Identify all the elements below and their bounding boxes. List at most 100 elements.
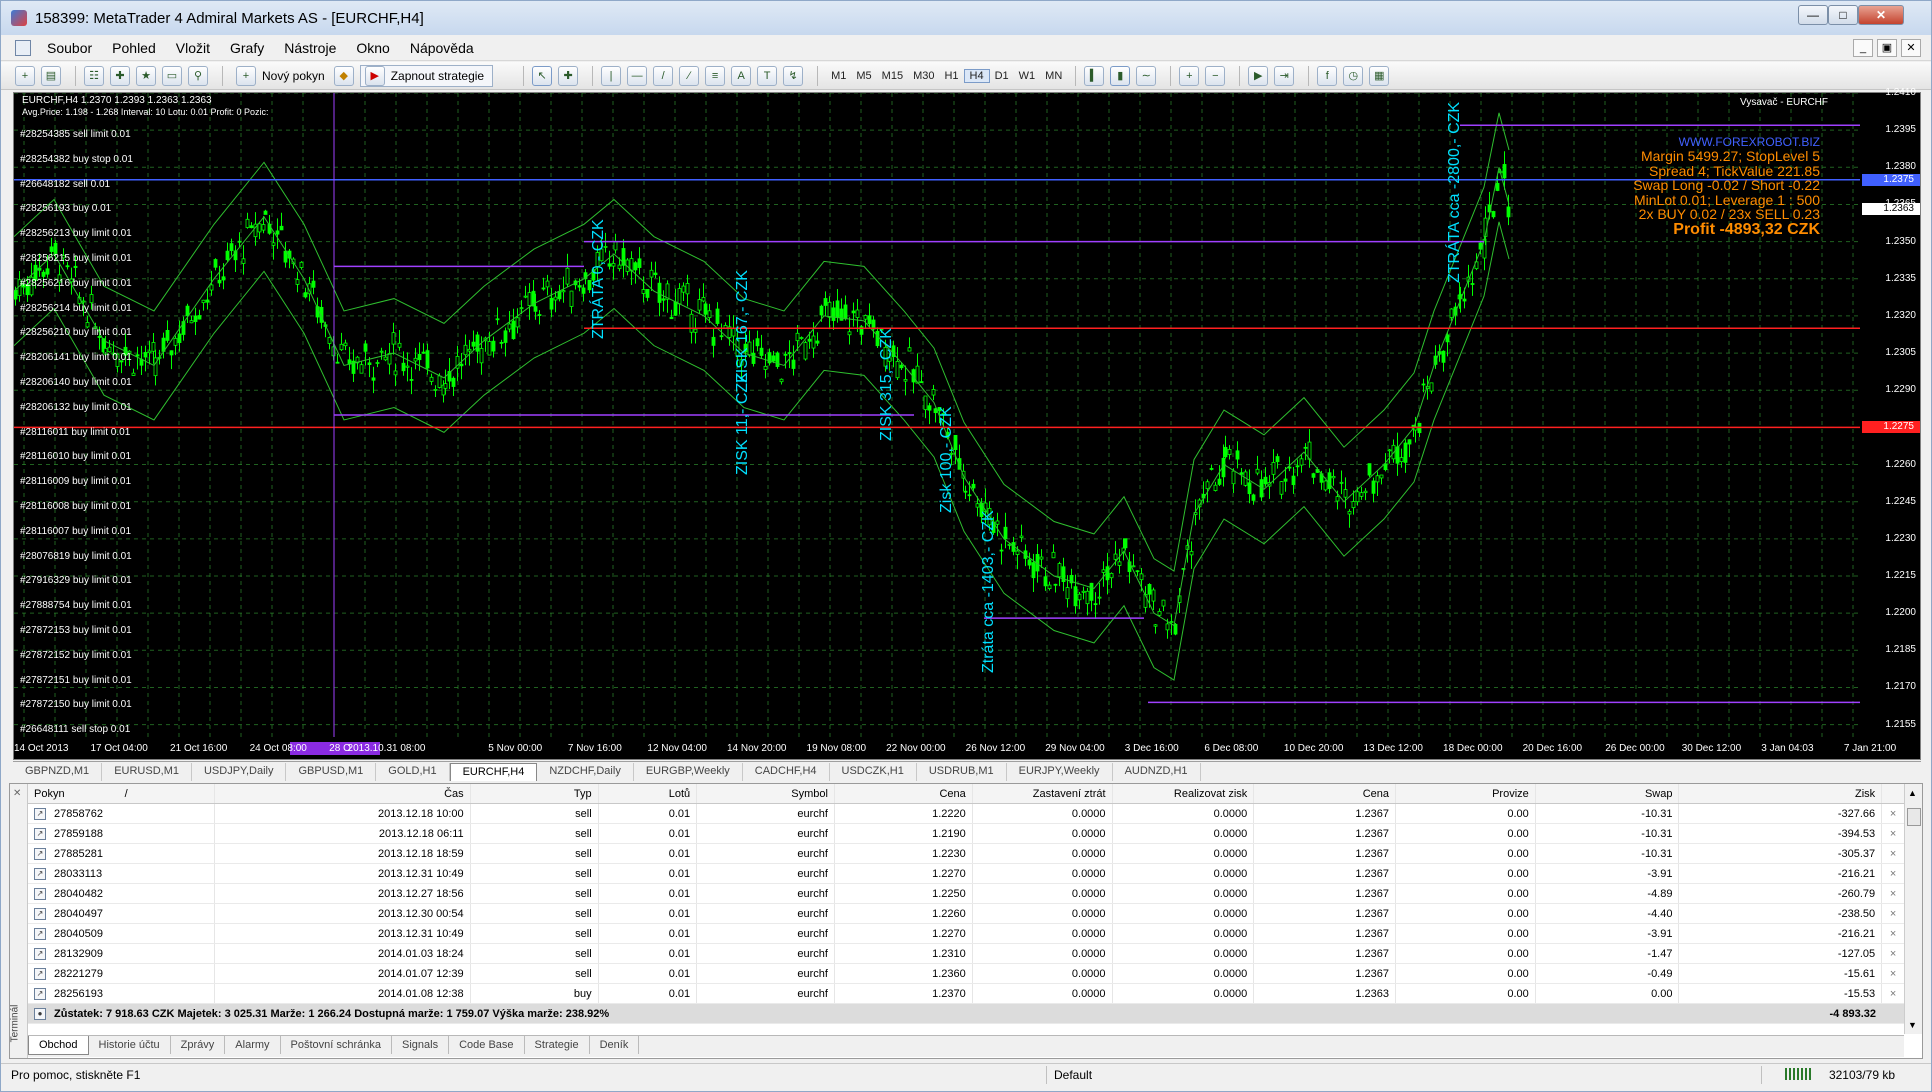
templates-icon[interactable]: ▦ — [1369, 65, 1390, 86]
chart-shift-icon[interactable]: ⇥ — [1274, 65, 1295, 86]
col-type-header[interactable]: Typ — [471, 784, 599, 803]
terminal-tab[interactable]: Zprávy — [171, 1036, 226, 1054]
market-watch-icon[interactable]: ☷ — [84, 65, 104, 86]
text-label-icon[interactable]: T — [757, 65, 778, 86]
chart-tab[interactable]: EURJPY,Weekly — [1007, 763, 1113, 781]
chart-tab[interactable]: GOLD,H1 — [376, 763, 450, 781]
terminal-tab[interactable]: Alarmy — [225, 1036, 281, 1054]
col-swap-header[interactable]: Swap — [1536, 784, 1680, 803]
chart-tab[interactable]: CADCHF,H4 — [743, 763, 830, 781]
price-chart[interactable]: EURCHF,H4 1.2370 1.2393 1.2363 1.2363 Av… — [13, 87, 1921, 760]
terminal-tab[interactable]: Poštovní schránka — [281, 1036, 393, 1054]
equidistant-channel-icon[interactable]: ∕ — [679, 65, 700, 86]
close-button[interactable]: ✕ — [1858, 5, 1904, 25]
terminal-scrollbar[interactable]: ▲ ▼ — [1904, 784, 1922, 1034]
period-m30[interactable]: M30 — [908, 70, 939, 82]
fibonacci-icon[interactable]: ≡ — [705, 65, 726, 86]
trendline-icon[interactable]: / — [653, 65, 674, 86]
chart-tab[interactable]: EURUSD,M1 — [102, 763, 192, 781]
time-axis[interactable]: 14 Oct 2013 17 Oct 04:00 21 Oct 16:00 24 Oc… — [14, 739, 1896, 759]
close-position-icon[interactable]: × — [1882, 964, 1904, 983]
terminal-tab[interactable]: Deník — [590, 1036, 640, 1054]
col-time-header[interactable]: Čas — [215, 784, 471, 803]
period-w1[interactable]: W1 — [1014, 70, 1041, 82]
terminal-tab[interactable]: Code Base — [449, 1036, 525, 1054]
terminal-icon[interactable]: ▭ — [162, 65, 182, 86]
terminal-tab[interactable]: Strategie — [525, 1036, 590, 1054]
table-row[interactable]: ↗ 27859188 2013.12.18 06:11 sell 0.01 eurchf 1… — [28, 824, 1904, 844]
table-row[interactable]: ↗ 28040509 2013.12.31 10:49 sell 0.01 eurchf 1… — [28, 924, 1904, 944]
table-row[interactable]: ↗ 28221279 2014.01.07 12:39 sell 0.01 eurchf 1… — [28, 964, 1904, 984]
mdi-close-button[interactable]: ✕ — [1901, 39, 1921, 57]
period-mn[interactable]: MN — [1040, 70, 1067, 82]
indicators-icon[interactable]: f — [1317, 65, 1338, 86]
line-chart-icon[interactable]: ∼ — [1136, 65, 1157, 86]
table-row[interactable]: ↗ 28256193 2014.01.08 12:38 buy 0.01 eurchf 1.… — [28, 984, 1904, 1004]
chart-tab[interactable]: USDCZK,H1 — [830, 763, 917, 781]
crosshair-icon[interactable]: ✚ — [558, 65, 579, 86]
close-position-icon[interactable]: × — [1882, 804, 1904, 823]
mdi-restore-button[interactable]: ▣ — [1877, 39, 1897, 57]
profiles-icon[interactable]: ▤ — [41, 65, 61, 86]
chart-tab[interactable]: EURCHF,H4 — [449, 763, 538, 781]
chart-tab[interactable]: EURGBP,Weekly — [634, 763, 743, 781]
menu-napoveda[interactable]: Nápověda — [400, 40, 484, 56]
horizontal-line-icon[interactable]: — — [627, 65, 648, 86]
close-position-icon[interactable]: × — [1882, 944, 1904, 963]
navigator-icon[interactable]: ★ — [136, 65, 156, 86]
terminal-tab[interactable]: Historie účtu — [89, 1036, 171, 1054]
strategy-tester-icon[interactable]: ⚲ — [188, 65, 208, 86]
col-takeprofit-header[interactable]: Realizovat zisk — [1113, 784, 1255, 803]
col-price-header[interactable]: Cena — [835, 784, 973, 803]
col-symbol-header[interactable]: Symbol — [697, 784, 835, 803]
menu-pohled[interactable]: Pohled — [102, 40, 166, 56]
table-row[interactable]: ↗ 28132909 2014.01.03 18:24 sell 0.01 eurchf 1… — [28, 944, 1904, 964]
candlestick-icon[interactable]: ▮ — [1110, 65, 1131, 86]
maximize-button[interactable]: □ — [1828, 5, 1858, 25]
col-profit-header[interactable]: Zisk — [1679, 784, 1883, 803]
chart-document-icon[interactable] — [15, 39, 31, 56]
price-axis[interactable]: 1.24101.23951.23801.23651.23501.23351.23… — [1860, 87, 1920, 737]
period-m1[interactable]: M1 — [826, 70, 851, 82]
autoscroll-icon[interactable]: ▶ — [1248, 65, 1269, 86]
terminal-close-icon[interactable]: ✕ — [13, 788, 21, 799]
table-row[interactable]: ↗ 28040482 2013.12.27 18:56 sell 0.01 eurchf 1… — [28, 884, 1904, 904]
col-stoploss-header[interactable]: Zastavení ztrát — [973, 784, 1113, 803]
chart-tab[interactable]: AUDNZD,H1 — [1113, 763, 1201, 781]
close-position-icon[interactable]: × — [1882, 884, 1904, 903]
table-row[interactable]: ↗ 27858762 2013.12.18 10:00 sell 0.01 eurchf 1… — [28, 804, 1904, 824]
period-d1[interactable]: D1 — [990, 70, 1014, 82]
scroll-down-icon[interactable]: ▼ — [1908, 1020, 1917, 1030]
table-row[interactable]: ↗ 28040497 2013.12.30 00:54 sell 0.01 eurchf 1… — [28, 904, 1904, 924]
scroll-up-icon[interactable]: ▲ — [1908, 788, 1917, 798]
chart-tab[interactable]: NZDCHF,Daily — [537, 763, 634, 781]
new-order-button[interactable]: + Nový pokyn — [231, 65, 334, 87]
table-row[interactable]: ↗ 28033113 2013.12.31 10:49 sell 0.01 eurchf 1… — [28, 864, 1904, 884]
chart-tab[interactable]: USDJPY,Daily — [192, 763, 287, 781]
mdi-minimize-button[interactable]: _ — [1853, 39, 1873, 57]
chart-tab[interactable]: USDRUB,M1 — [917, 763, 1007, 781]
col-commission-header[interactable]: Provize — [1396, 784, 1536, 803]
zoom-in-icon[interactable]: + — [1179, 65, 1200, 86]
cursor-icon[interactable]: ↖ — [532, 65, 553, 86]
menu-vlozit[interactable]: Vložit — [166, 40, 220, 56]
terminal-tab[interactable]: Obchod — [28, 1036, 89, 1055]
metaeditor-icon[interactable]: ◆ — [333, 65, 354, 86]
vertical-line-icon[interactable]: | — [601, 65, 622, 86]
bar-chart-icon[interactable]: ▍ — [1084, 65, 1105, 86]
period-h4[interactable]: H4 — [963, 68, 990, 83]
period-m5[interactable]: M5 — [851, 70, 876, 82]
chart-tab[interactable]: GBPNZD,M1 — [13, 763, 103, 781]
arrows-icon[interactable]: ↯ — [783, 65, 804, 86]
col-current-price-header[interactable]: Cena — [1254, 784, 1397, 803]
close-position-icon[interactable]: × — [1882, 924, 1904, 943]
text-icon[interactable]: A — [731, 65, 752, 86]
chart-tab[interactable]: GBPUSD,M1 — [286, 763, 377, 781]
autotrading-button[interactable]: ▶ Zapnout strategie — [359, 64, 494, 87]
close-position-icon[interactable]: × — [1882, 864, 1904, 883]
new-chart-icon[interactable]: + — [15, 65, 35, 86]
minimize-button[interactable]: — — [1798, 5, 1828, 25]
period-m15[interactable]: M15 — [877, 70, 908, 82]
close-position-icon[interactable]: × — [1882, 824, 1904, 843]
data-window-icon[interactable]: ✚ — [110, 65, 130, 86]
